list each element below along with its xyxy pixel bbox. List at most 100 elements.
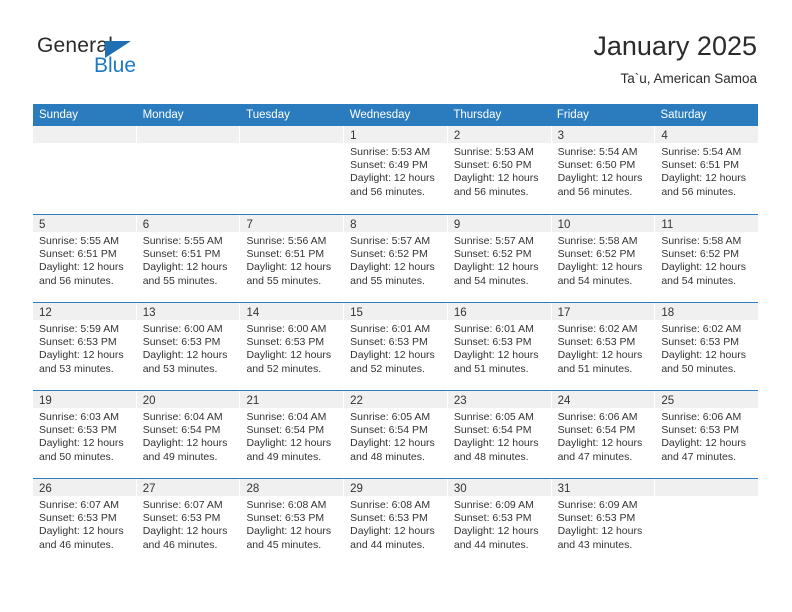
sunrise-text: Sunrise: 6:02 AM [661,323,742,335]
day-details: Sunrise: 6:02 AM Sunset: 6:53 PM Daylight:… [552,320,655,376]
general-blue-logo[interactable]: General Blue [35,33,255,89]
day-details: Sunrise: 6:02 AM Sunset: 6:53 PM Daylight:… [655,320,758,376]
day-cell[interactable]: 27 Sunrise: 6:07 AM Sunset: 6:53 PM Dayligh… [136,479,241,566]
daylight-text-line1: Daylight: 12 hours [39,525,124,538]
daylight-text-line2: and 51 minutes. [453,362,529,375]
sunset-text: Sunset: 6:53 PM [453,336,532,349]
day-cell[interactable]: 31 Sunrise: 6:09 AM Sunset: 6:53 PM Dayligh… [551,479,656,566]
day-cell[interactable]: 6 Sunrise: 5:55 AM Sunset: 6:51 PM Daylight… [136,215,241,302]
day-number: 6 [142,219,150,231]
day-cell-empty [136,126,241,214]
sunrise-text: Sunrise: 6:04 AM [246,411,327,423]
day-number: 27 [142,483,156,495]
daylight-text-line1: Daylight: 12 hours [453,437,539,450]
day-cell[interactable]: 24 Sunrise: 6:06 AM Sunset: 6:54 PM Dayligh… [551,391,656,478]
day-details: Sunrise: 6:07 AM Sunset: 6:53 PM Daylight:… [137,496,240,552]
day-cell[interactable]: 19 Sunrise: 6:03 AM Sunset: 6:53 PM Dayligh… [33,391,137,478]
daylight-text-line2: and 54 minutes. [453,274,529,287]
sunset-text: Sunset: 6:53 PM [453,512,532,525]
daylight-text-line1: Daylight: 12 hours [557,525,643,538]
day-cell[interactable]: 22 Sunrise: 6:05 AM Sunset: 6:54 PM Dayligh… [344,391,448,478]
day-cell[interactable]: 1 Sunrise: 5:53 AM Sunset: 6:49 PM Daylight… [344,126,448,214]
day-cell[interactable]: 14 Sunrise: 6:00 AM Sunset: 6:53 PM Dayligh… [240,303,345,390]
day-number-band: 11 [655,215,759,232]
sunset-text: Sunset: 6:50 PM [557,159,636,172]
day-details: Sunrise: 6:00 AM Sunset: 6:53 PM Daylight:… [137,320,240,376]
day-cell[interactable]: 9 Sunrise: 5:57 AM Sunset: 6:52 PM Daylight… [447,215,552,302]
daylight-text-line2: and 47 minutes. [661,450,737,463]
day-cell[interactable]: 23 Sunrise: 6:05 AM Sunset: 6:54 PM Dayligh… [447,391,552,478]
day-number: 7 [246,219,253,231]
day-number-band: 31 [551,479,655,496]
day-details: Sunrise: 5:57 AM Sunset: 6:52 PM Daylight:… [448,232,551,288]
day-cell[interactable]: 28 Sunrise: 6:08 AM Sunset: 6:53 PM Dayligh… [240,479,345,566]
day-number: 15 [350,307,363,319]
day-cell[interactable]: 30 Sunrise: 6:09 AM Sunset: 6:53 PM Dayligh… [447,479,552,566]
daylight-text-line1: Daylight: 12 hours [350,525,435,538]
day-cell[interactable]: 29 Sunrise: 6:08 AM Sunset: 6:53 PM Dayligh… [344,479,448,566]
day-details: Sunrise: 5:59 AM Sunset: 6:53 PM Daylight:… [33,320,136,376]
day-number-band [655,479,759,496]
sunset-text: Sunset: 6:50 PM [453,159,532,172]
week-row: 12 Sunrise: 5:59 AM Sunset: 6:53 PM Dayligh… [33,302,759,390]
daylight-text-line1: Daylight: 12 hours [661,261,746,274]
day-cell[interactable]: 5 Sunrise: 5:55 AM Sunset: 6:51 PM Daylight… [33,215,137,302]
week-row: 5 Sunrise: 5:55 AM Sunset: 6:51 PM Daylight… [33,214,759,302]
day-number: 3 [557,130,564,142]
day-number-band: 12 [33,303,136,320]
day-cell[interactable]: 7 Sunrise: 5:56 AM Sunset: 6:51 PM Daylight… [240,215,345,302]
day-cell[interactable]: 20 Sunrise: 6:04 AM Sunset: 6:54 PM Dayligh… [136,391,241,478]
day-details: Sunrise: 5:58 AM Sunset: 6:52 PM Daylight:… [552,232,655,288]
sunset-text: Sunset: 6:53 PM [661,336,739,349]
sunset-text: Sunset: 6:53 PM [142,512,221,525]
daylight-text-line2: and 47 minutes. [557,450,633,463]
day-details: Sunrise: 5:54 AM Sunset: 6:51 PM Daylight:… [655,143,758,199]
daylight-text-line2: and 54 minutes. [661,274,737,287]
day-number-band: 15 [344,303,447,320]
sunrise-text: Sunrise: 6:07 AM [142,499,223,511]
day-cell[interactable]: 25 Sunrise: 6:06 AM Sunset: 6:53 PM Dayligh… [655,391,759,478]
sunrise-text: Sunrise: 6:01 AM [453,323,534,335]
sunrise-text: Sunrise: 5:57 AM [453,235,534,247]
day-cell[interactable]: 10 Sunrise: 5:58 AM Sunset: 6:52 PM Dayligh… [551,215,656,302]
daylight-text-line1: Daylight: 12 hours [557,437,643,450]
daylight-text-line1: Daylight: 12 hours [246,437,332,450]
day-details: Sunrise: 6:08 AM Sunset: 6:53 PM Daylight:… [240,496,343,552]
day-cell[interactable]: 12 Sunrise: 5:59 AM Sunset: 6:53 PM Dayligh… [33,303,137,390]
day-cell[interactable]: 17 Sunrise: 6:02 AM Sunset: 6:53 PM Dayligh… [551,303,656,390]
weekday-header-wednesday: Wednesday [349,109,411,121]
day-cell[interactable]: 16 Sunrise: 6:01 AM Sunset: 6:53 PM Dayligh… [447,303,552,390]
daylight-text-line1: Daylight: 12 hours [350,349,435,362]
day-cell[interactable]: 18 Sunrise: 6:02 AM Sunset: 6:53 PM Dayligh… [655,303,759,390]
day-cell[interactable]: 2 Sunrise: 5:53 AM Sunset: 6:50 PM Daylight… [447,126,552,214]
day-cell[interactable]: 11 Sunrise: 5:58 AM Sunset: 6:52 PM Dayligh… [655,215,759,302]
daylight-text-line2: and 46 minutes. [39,538,114,551]
day-details: Sunrise: 6:01 AM Sunset: 6:53 PM Daylight:… [344,320,447,376]
day-cell[interactable]: 8 Sunrise: 5:57 AM Sunset: 6:52 PM Daylight… [344,215,448,302]
day-cell[interactable]: 13 Sunrise: 6:00 AM Sunset: 6:53 PM Dayligh… [136,303,241,390]
daylight-text-line2: and 52 minutes. [350,362,425,375]
daylight-text-line2: and 55 minutes. [246,274,322,287]
weekday-header-tuesday: Tuesday [246,109,290,121]
sunrise-text: Sunrise: 5:58 AM [557,235,638,247]
daylight-text-line1: Daylight: 12 hours [350,172,435,185]
day-cell[interactable]: 26 Sunrise: 6:07 AM Sunset: 6:53 PM Dayligh… [33,479,137,566]
daylight-text-line2: and 46 minutes. [142,538,218,551]
day-details: Sunrise: 6:08 AM Sunset: 6:53 PM Daylight:… [344,496,447,552]
day-number: 8 [350,219,357,231]
day-cell[interactable]: 21 Sunrise: 6:04 AM Sunset: 6:54 PM Dayligh… [240,391,345,478]
sunset-text: Sunset: 6:53 PM [557,512,636,525]
day-cell[interactable]: 3 Sunrise: 5:54 AM Sunset: 6:50 PM Daylight… [551,126,656,214]
daylight-text-line2: and 56 minutes. [661,185,737,198]
sunrise-text: Sunrise: 6:03 AM [39,411,119,423]
day-number-band: 30 [447,479,551,496]
daylight-text-line1: Daylight: 12 hours [142,349,228,362]
day-details: Sunrise: 6:09 AM Sunset: 6:53 PM Daylight:… [552,496,655,552]
day-number-band: 9 [447,215,551,232]
day-number-band: 2 [447,126,551,143]
day-cell[interactable]: 4 Sunrise: 5:54 AM Sunset: 6:51 PM Daylight… [655,126,759,214]
sunrise-text: Sunrise: 5:57 AM [350,235,431,247]
daylight-text-line2: and 49 minutes. [142,450,218,463]
daylight-text-line2: and 54 minutes. [557,274,633,287]
day-cell[interactable]: 15 Sunrise: 6:01 AM Sunset: 6:53 PM Dayligh… [344,303,448,390]
